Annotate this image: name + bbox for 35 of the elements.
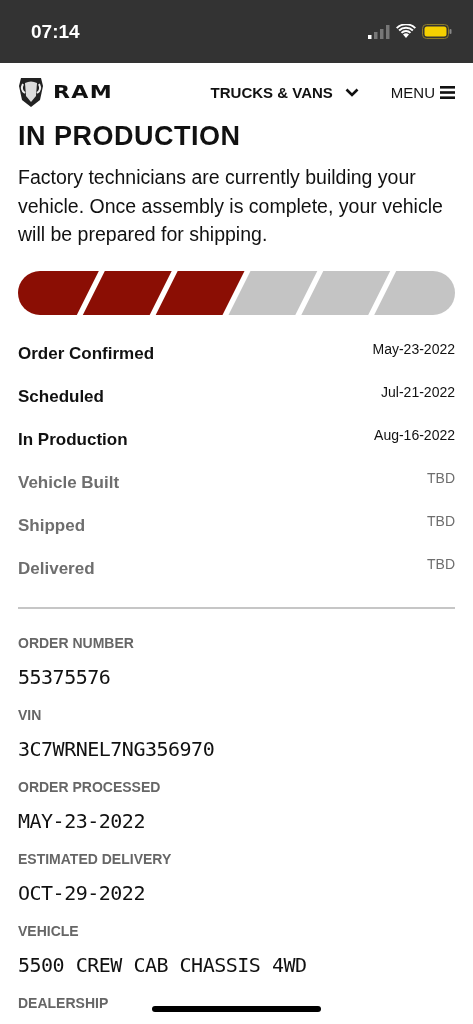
detail-value: 55375576 (18, 663, 111, 691)
detail-label: DEALERSHIP (18, 994, 109, 1013)
milestone-date: May-23-2022 (372, 339, 455, 359)
battery-icon (422, 24, 452, 39)
milestone-date: TBD (427, 468, 455, 488)
brand-logo[interactable]: RAM (53, 82, 113, 102)
status-description: Factory technicians are currently building your vehicle. Once assembly is complete, your vehicle will be prepared for shipping. (18, 165, 444, 247)
menu-icon (440, 85, 455, 99)
milestone-label: Vehicle Built (18, 471, 120, 494)
status-title: IN PRODUCTION (18, 121, 242, 151)
milestone-label: Delivered (18, 557, 95, 580)
detail-label: ESTIMATED DELIVERY (18, 850, 172, 869)
milestone-label: Scheduled (18, 385, 104, 408)
milestone-date: Aug-16-2022 (374, 425, 455, 445)
ram-head-icon (18, 76, 44, 108)
wifi-icon (396, 24, 416, 39)
clock-time: 07:14 (31, 20, 80, 43)
detail-value: 3C7WRNEL7NG356970 (18, 735, 215, 763)
chevron-down-icon (344, 87, 359, 97)
milestone-label: In Production (18, 428, 128, 451)
detail-label: VIN (18, 706, 42, 725)
detail-label: ORDER NUMBER (18, 634, 134, 653)
detail-value: MAY-23-2022 (18, 807, 145, 835)
milestone-date: TBD (427, 554, 455, 574)
signal-icon (368, 24, 390, 39)
detail-value: 5500 CREW CAB CHASSIS 4WD (18, 951, 307, 979)
milestone-date: TBD (427, 511, 455, 531)
detail-label: VEHICLE (18, 922, 79, 941)
menu-button[interactable]: MENU (390, 83, 455, 101)
detail-value: OCT-29-2022 (18, 879, 145, 907)
milestone-label: Shipped (18, 514, 86, 537)
milestone-date: Jul-21-2022 (381, 382, 455, 402)
milestone-label: Order Confirmed (18, 342, 155, 365)
detail-label: ORDER PROCESSED (18, 778, 161, 797)
trucks-vans-dropdown[interactable]: TRUCKS & VANS (210, 83, 359, 101)
